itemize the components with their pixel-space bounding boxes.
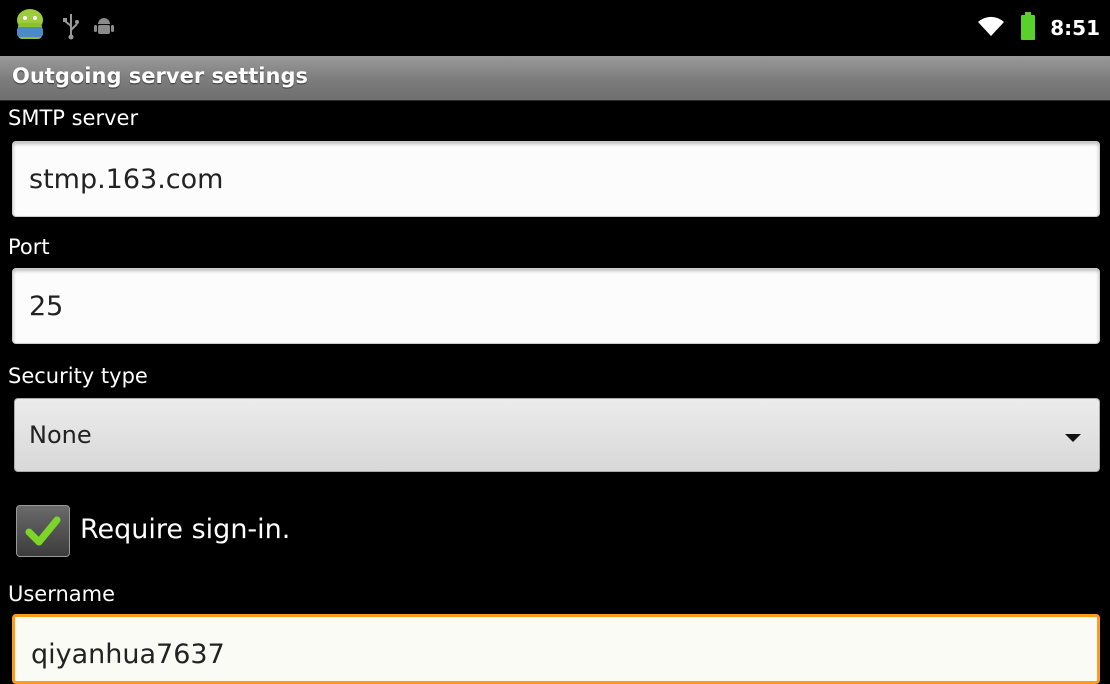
title-bar: Outgoing server settings — [0, 56, 1110, 101]
port-label: Port — [8, 235, 50, 259]
smtp-server-value: stmp.163.com — [29, 163, 224, 195]
clock: 8:51 — [1050, 16, 1100, 40]
usb-icon — [62, 12, 80, 44]
page-title: Outgoing server settings — [12, 64, 308, 88]
checkmark-icon — [25, 516, 61, 546]
wifi-icon — [976, 14, 1006, 42]
smtp-server-input[interactable]: stmp.163.com — [12, 141, 1100, 217]
port-input[interactable]: 25 — [12, 268, 1100, 344]
username-value: qiyanhua7637 — [31, 639, 225, 670]
require-signin-label[interactable]: Require sign-in. — [80, 514, 290, 545]
status-bar: 8:51 — [0, 0, 1110, 56]
android-robot-icon — [12, 7, 48, 49]
debug-icon — [94, 15, 114, 41]
security-type-label: Security type — [8, 364, 148, 388]
battery-icon — [1020, 12, 1036, 44]
username-input[interactable]: qiyanhua7637 — [12, 614, 1100, 684]
dropdown-arrow-icon — [1065, 434, 1081, 442]
notification-icons — [12, 8, 114, 48]
security-type-value: None — [29, 421, 92, 449]
security-type-dropdown[interactable]: None — [14, 398, 1100, 472]
smtp-server-label: SMTP server — [8, 106, 139, 130]
port-value: 25 — [29, 290, 64, 322]
system-icons: 8:51 — [976, 8, 1100, 48]
require-signin-checkbox[interactable] — [16, 505, 70, 557]
username-label: Username — [8, 582, 116, 606]
